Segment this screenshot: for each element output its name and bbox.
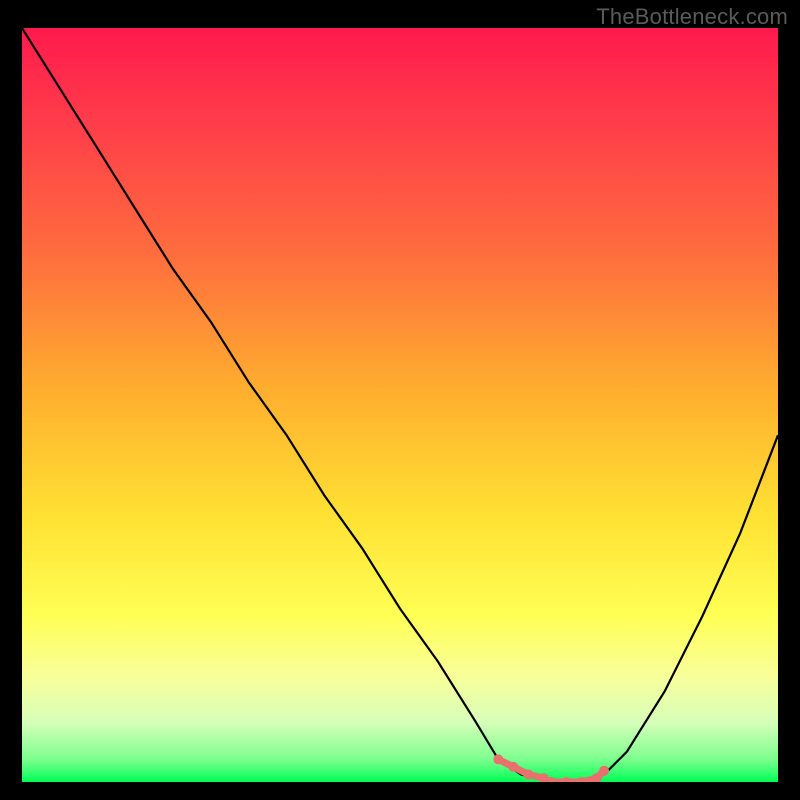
min-segment-dot (524, 770, 534, 780)
min-segment-line (498, 759, 604, 782)
min-segment-dot (493, 754, 503, 764)
curve-line (22, 28, 778, 782)
min-segment-dot (599, 766, 609, 776)
min-segment-markers (493, 754, 609, 782)
min-segment-dot (546, 777, 556, 782)
watermark-text: TheBottleneck.com (596, 4, 788, 30)
chart-frame: TheBottleneck.com (0, 0, 800, 800)
min-segment-dot (576, 777, 586, 782)
chart-svg (22, 28, 778, 782)
bottleneck-curve (22, 28, 778, 782)
min-segment-dot (539, 773, 549, 782)
min-segment-dot (508, 762, 518, 772)
min-segment-dot (592, 773, 602, 782)
min-segment-dot (561, 777, 571, 782)
chart-plot-area (22, 28, 778, 782)
